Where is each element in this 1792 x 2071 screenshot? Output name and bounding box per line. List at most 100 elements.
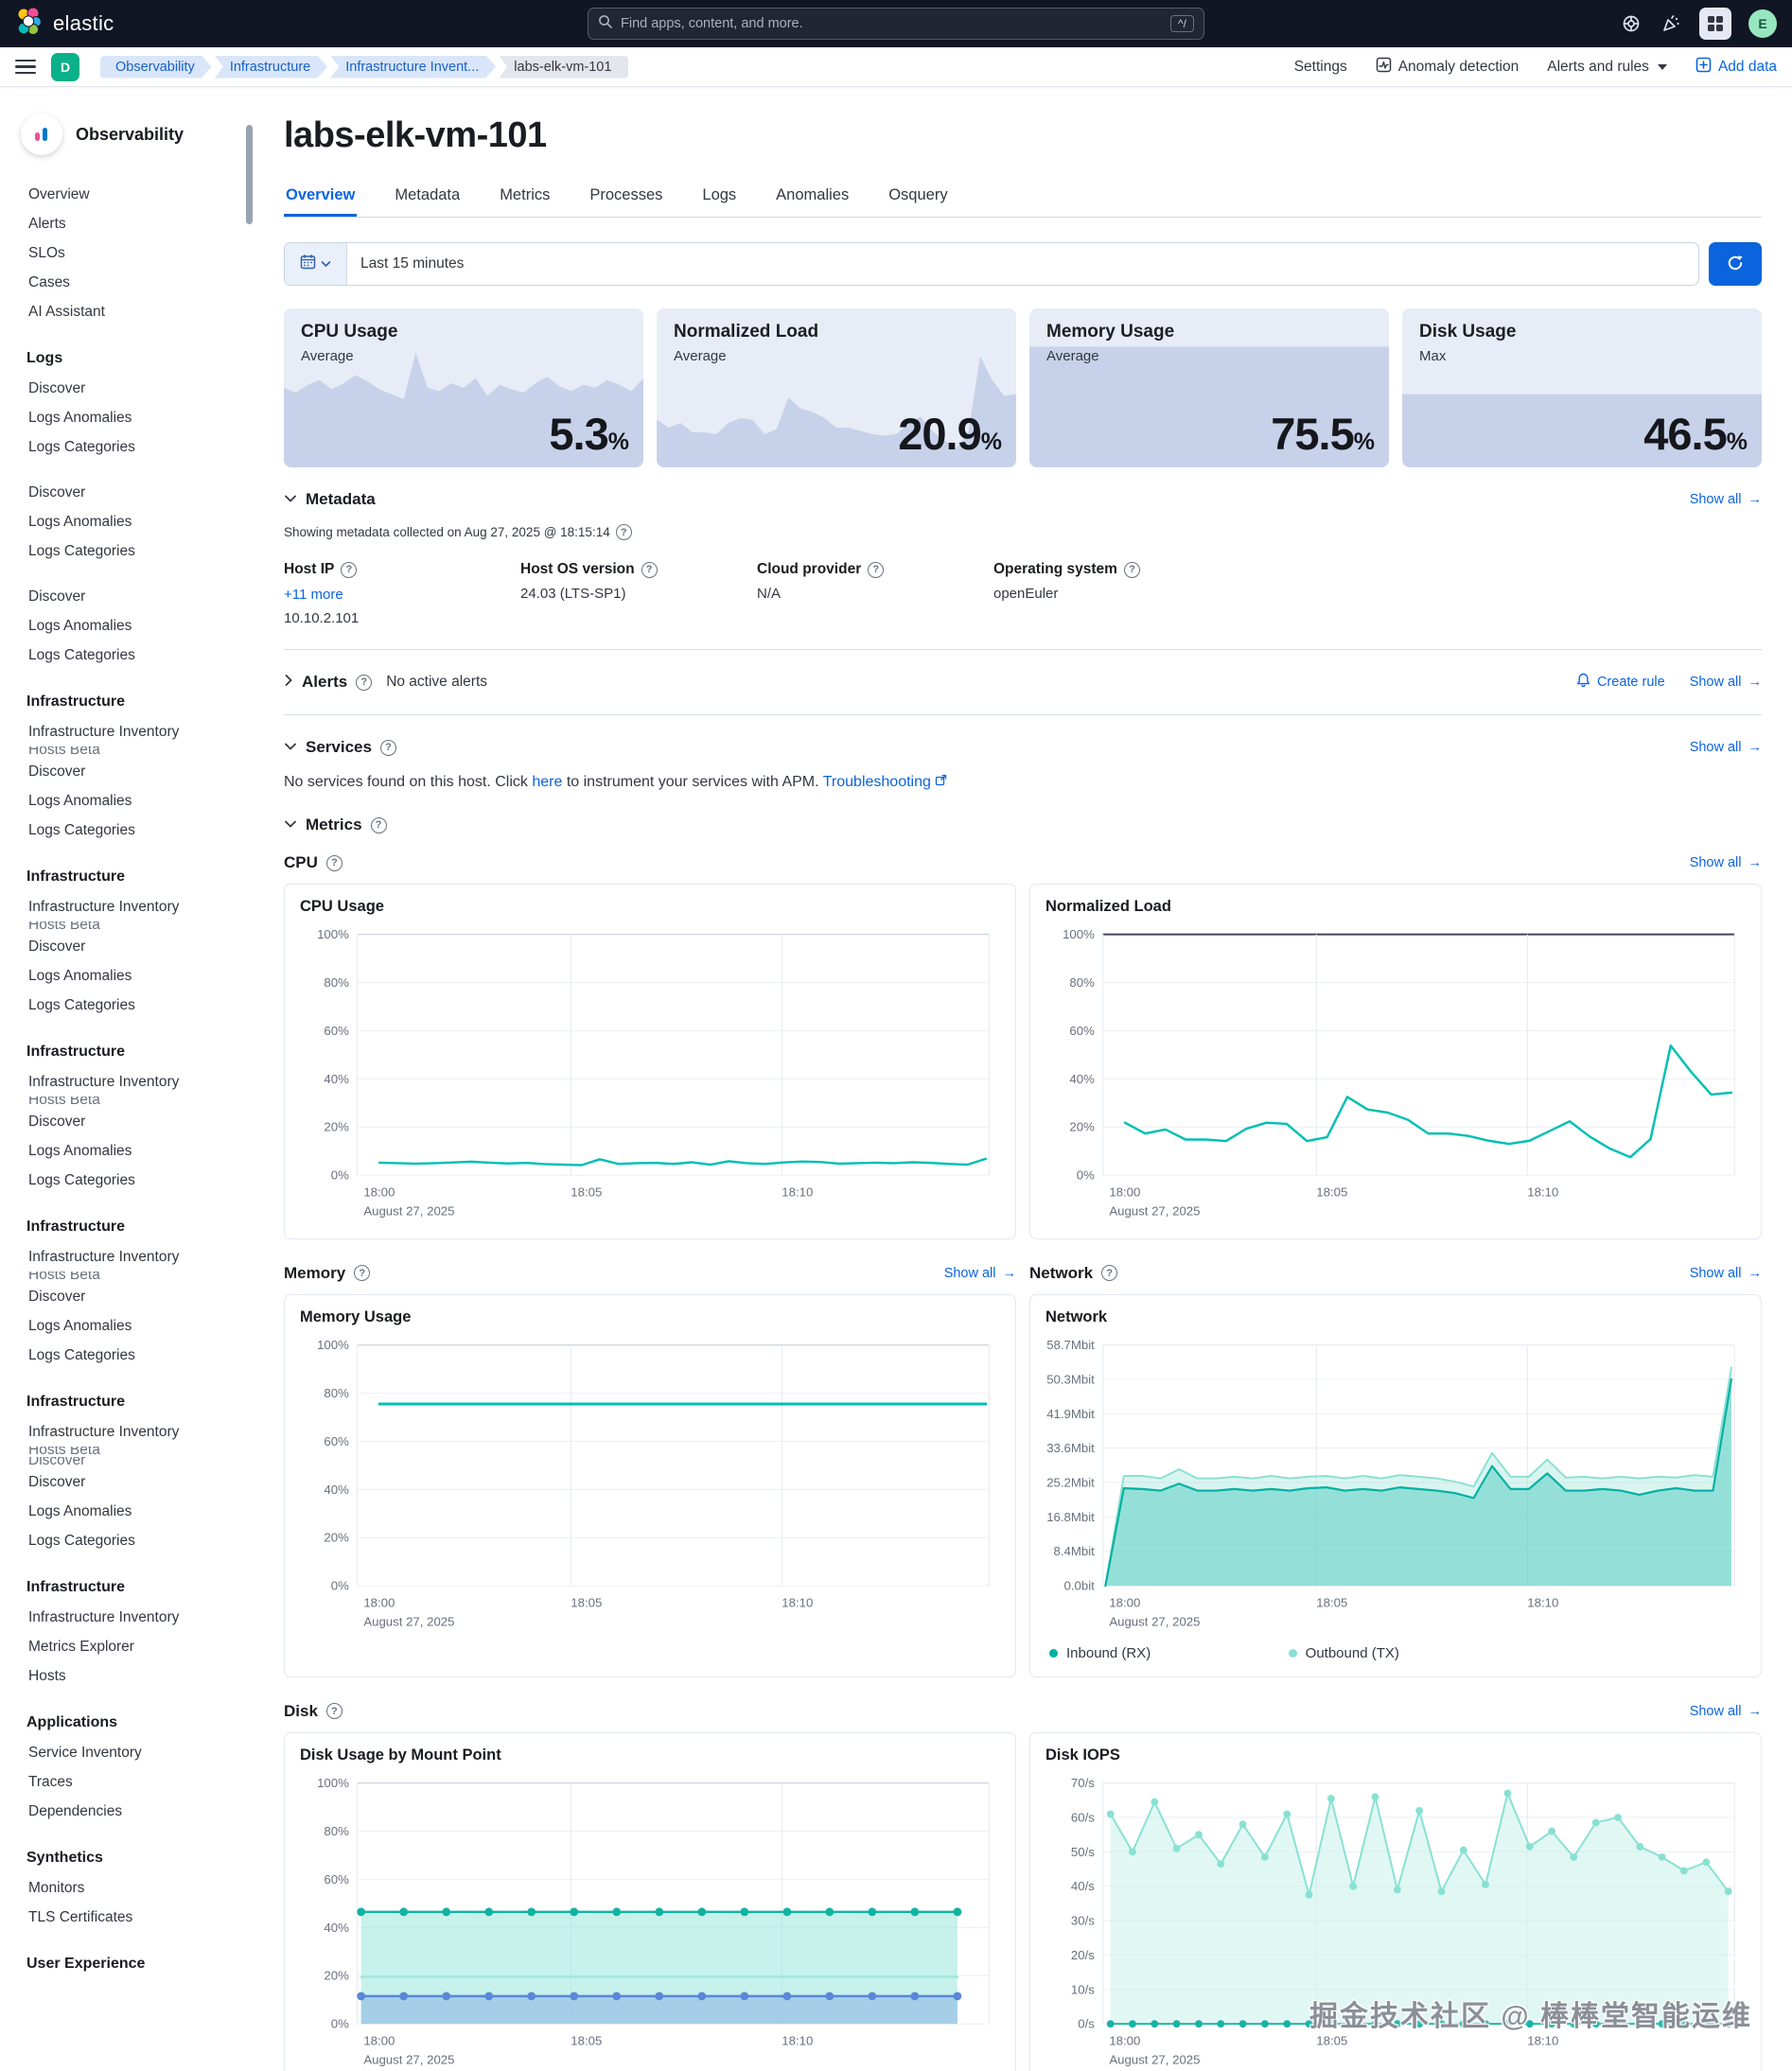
refresh-button[interactable]	[1709, 242, 1762, 286]
sidebar-item-logs-categories[interactable]: Logs Categories	[0, 1341, 244, 1370]
chevron-down-icon[interactable]	[284, 739, 297, 756]
whats-new-icon[interactable]	[1660, 12, 1682, 35]
sidebar-item-alerts[interactable]: Alerts	[0, 209, 244, 238]
sidebar-item-logs-anomalies[interactable]: Logs Anomalies	[0, 403, 244, 432]
help-icon[interactable]: ?	[354, 1265, 371, 1282]
sidebar-item-discover[interactable]: Discover	[0, 932, 244, 961]
sidebar-item-discover[interactable]: Discover	[0, 757, 244, 786]
alerts-and-rules-button[interactable]: Alerts and rules	[1547, 59, 1667, 76]
help-icon[interactable]: ?	[1101, 1265, 1118, 1282]
host-ip-more-link[interactable]: +11 more	[284, 587, 520, 603]
sidebar-item-ai-assistant[interactable]: AI Assistant	[0, 297, 244, 326]
create-rule-button[interactable]: Create rule	[1576, 673, 1665, 692]
sidebar-item-logs-categories[interactable]: Logs Categories	[0, 1166, 244, 1195]
anomaly-detection-button[interactable]: Anomaly detection	[1376, 57, 1519, 78]
legend-item-outbound-tx[interactable]: Outbound (TX)	[1288, 1645, 1503, 1661]
help-icon[interactable]: ?	[370, 816, 387, 834]
sidebar-item-infrastructure-inventory[interactable]: Infrastructure Inventory	[0, 1067, 244, 1097]
services-show-all[interactable]: Show all →	[1690, 740, 1762, 755]
troubleshooting-link[interactable]: Troubleshooting	[823, 774, 931, 790]
sidebar-item-monitors[interactable]: Monitors	[0, 1873, 244, 1903]
sidebar-item-discover[interactable]: Discover	[0, 1282, 244, 1311]
info-icon[interactable]: ?	[615, 524, 632, 540]
help-icon[interactable]: ?	[325, 1703, 343, 1720]
disk-show-all[interactable]: Show all →	[1690, 1704, 1762, 1719]
settings-button[interactable]: Settings	[1294, 59, 1347, 76]
help-icon[interactable]: ?	[379, 739, 396, 756]
alerts-show-all[interactable]: Show all →	[1690, 675, 1762, 690]
sidebar-item-discover[interactable]: Discover	[0, 1467, 244, 1497]
sidebar-scrollbar[interactable]	[244, 87, 255, 2071]
sidebar-item-logs-anomalies[interactable]: Logs Anomalies	[0, 611, 244, 641]
kpi-disk-usage[interactable]: Disk Usage Max 46.5%	[1402, 308, 1762, 467]
metadata-show-all[interactable]: Show all →	[1690, 492, 1762, 507]
chevron-down-icon[interactable]	[284, 491, 297, 508]
sidebar-item-infrastructure-inventory[interactable]: Infrastructure Inventory	[0, 717, 244, 746]
sidebar-item-logs-anomalies[interactable]: Logs Anomalies	[0, 1497, 244, 1526]
kpi-cpu-usage[interactable]: CPU Usage Average 5.3%	[284, 308, 643, 467]
scrollbar-thumb[interactable]	[246, 125, 253, 224]
tab-anomalies[interactable]: Anomalies	[774, 177, 851, 217]
chevron-down-icon[interactable]	[284, 816, 297, 834]
sidebar-item-discover[interactable]: Discover	[0, 478, 244, 507]
apps-menu-button[interactable]	[1699, 8, 1731, 40]
chevron-right-icon[interactable]	[284, 674, 293, 692]
global-search-input[interactable]: Find apps, content, and more. ^/	[588, 8, 1204, 40]
date-picker-button[interactable]	[285, 243, 347, 285]
breadcrumb-observability[interactable]: Observability	[100, 56, 212, 79]
sidebar-item-logs-categories[interactable]: Logs Categories	[0, 641, 244, 670]
kpi-memory-usage[interactable]: Memory Usage Average 75.5%	[1029, 308, 1389, 467]
user-avatar[interactable]: E	[1748, 9, 1777, 38]
time-range-input[interactable]: Last 15 minutes	[347, 243, 1698, 285]
tab-logs[interactable]: Logs	[700, 177, 738, 217]
help-icon[interactable]: ?	[641, 561, 658, 578]
sidebar-item-dependencies[interactable]: Dependencies	[0, 1797, 244, 1826]
memory-show-all[interactable]: Show all →	[944, 1266, 1016, 1281]
elastic-brand[interactable]: elastic	[15, 7, 271, 42]
sidebar-item-overview[interactable]: Overview	[0, 180, 244, 209]
normalized-load-chart[interactable]: 100% 80% 60% 40% 20% 0% 18:00 August 27, 2025 18…	[1044, 920, 1748, 1229]
sidebar-item-discover[interactable]: Discover	[0, 582, 244, 611]
sidebar-item-discover[interactable]: Discover	[0, 374, 244, 403]
sidebar-item-infrastructure-inventory[interactable]: Infrastructure Inventory	[0, 1242, 244, 1272]
tab-osquery[interactable]: Osquery	[887, 177, 949, 217]
sidebar-item-traces[interactable]: Traces	[0, 1767, 244, 1797]
network-show-all[interactable]: Show all →	[1690, 1266, 1762, 1281]
sidebar-item-logs-anomalies[interactable]: Logs Anomalies	[0, 507, 244, 536]
add-data-button[interactable]: Add data	[1695, 57, 1777, 78]
menu-icon[interactable]	[15, 59, 36, 75]
sidebar-item-infrastructure-inventory[interactable]: Infrastructure Inventory	[0, 1417, 244, 1447]
space-badge[interactable]: D	[51, 52, 79, 81]
breadcrumb-infrastructure[interactable]: Infrastructure	[215, 56, 327, 79]
help-icon[interactable]: ?	[325, 854, 343, 871]
tab-metadata[interactable]: Metadata	[393, 177, 462, 217]
sidebar-item-logs-anomalies[interactable]: Logs Anomalies	[0, 1136, 244, 1166]
sidebar-item-logs-anomalies[interactable]: Logs Anomalies	[0, 786, 244, 816]
sidebar-item-logs-anomalies[interactable]: Logs Anomalies	[0, 961, 244, 991]
sidebar-item-slos[interactable]: SLOs	[0, 238, 244, 268]
kpi-normalized-load[interactable]: Normalized Load Average 20.9%	[657, 308, 1016, 467]
help-icon[interactable]: ?	[341, 561, 358, 578]
legend-item-inbound-rx[interactable]: Inbound (RX)	[1049, 1645, 1264, 1661]
sidebar-item-logs-categories[interactable]: Logs Categories	[0, 536, 244, 566]
sidebar-item-infrastructure-inventory[interactable]: Infrastructure Inventory	[0, 892, 244, 921]
sidebar-item-logs-categories[interactable]: Logs Categories	[0, 816, 244, 845]
memory-usage-chart[interactable]: 100% 80% 60% 40% 20% 0% 18:00 August 27, 2025 18…	[298, 1330, 1002, 1640]
tab-metrics[interactable]: Metrics	[498, 177, 552, 217]
cpu-show-all[interactable]: Show all →	[1690, 855, 1762, 870]
tab-overview[interactable]: Overview	[284, 177, 357, 217]
sidebar-item-discover[interactable]: Discover	[0, 1107, 244, 1136]
sidebar-item-metrics-explorer[interactable]: Metrics Explorer	[0, 1632, 244, 1661]
cpu-usage-chart[interactable]: 100% 80% 60% 40% 20% 0% 18:00 August 27, 2025 18…	[298, 920, 1002, 1229]
sidebar-item-logs-categories[interactable]: Logs Categories	[0, 432, 244, 462]
help-icon[interactable]: ?	[1123, 561, 1140, 578]
sidebar-item-cases[interactable]: Cases	[0, 268, 244, 297]
help-icon[interactable]: ?	[868, 561, 885, 578]
sidebar-item-logs-categories[interactable]: Logs Categories	[0, 1526, 244, 1555]
help-icon[interactable]	[1620, 12, 1643, 35]
disk-mount-chart[interactable]: 100% 80% 60% 40% 20% 0% 18:00 August 27, 2025 18…	[298, 1768, 1002, 2071]
sidebar-item-service-inventory[interactable]: Service Inventory	[0, 1738, 244, 1767]
instrument-here-link[interactable]: here	[532, 774, 562, 790]
breadcrumb-infrastructure-invent[interactable]: Infrastructure Invent...	[330, 56, 496, 79]
help-icon[interactable]: ?	[356, 674, 373, 691]
